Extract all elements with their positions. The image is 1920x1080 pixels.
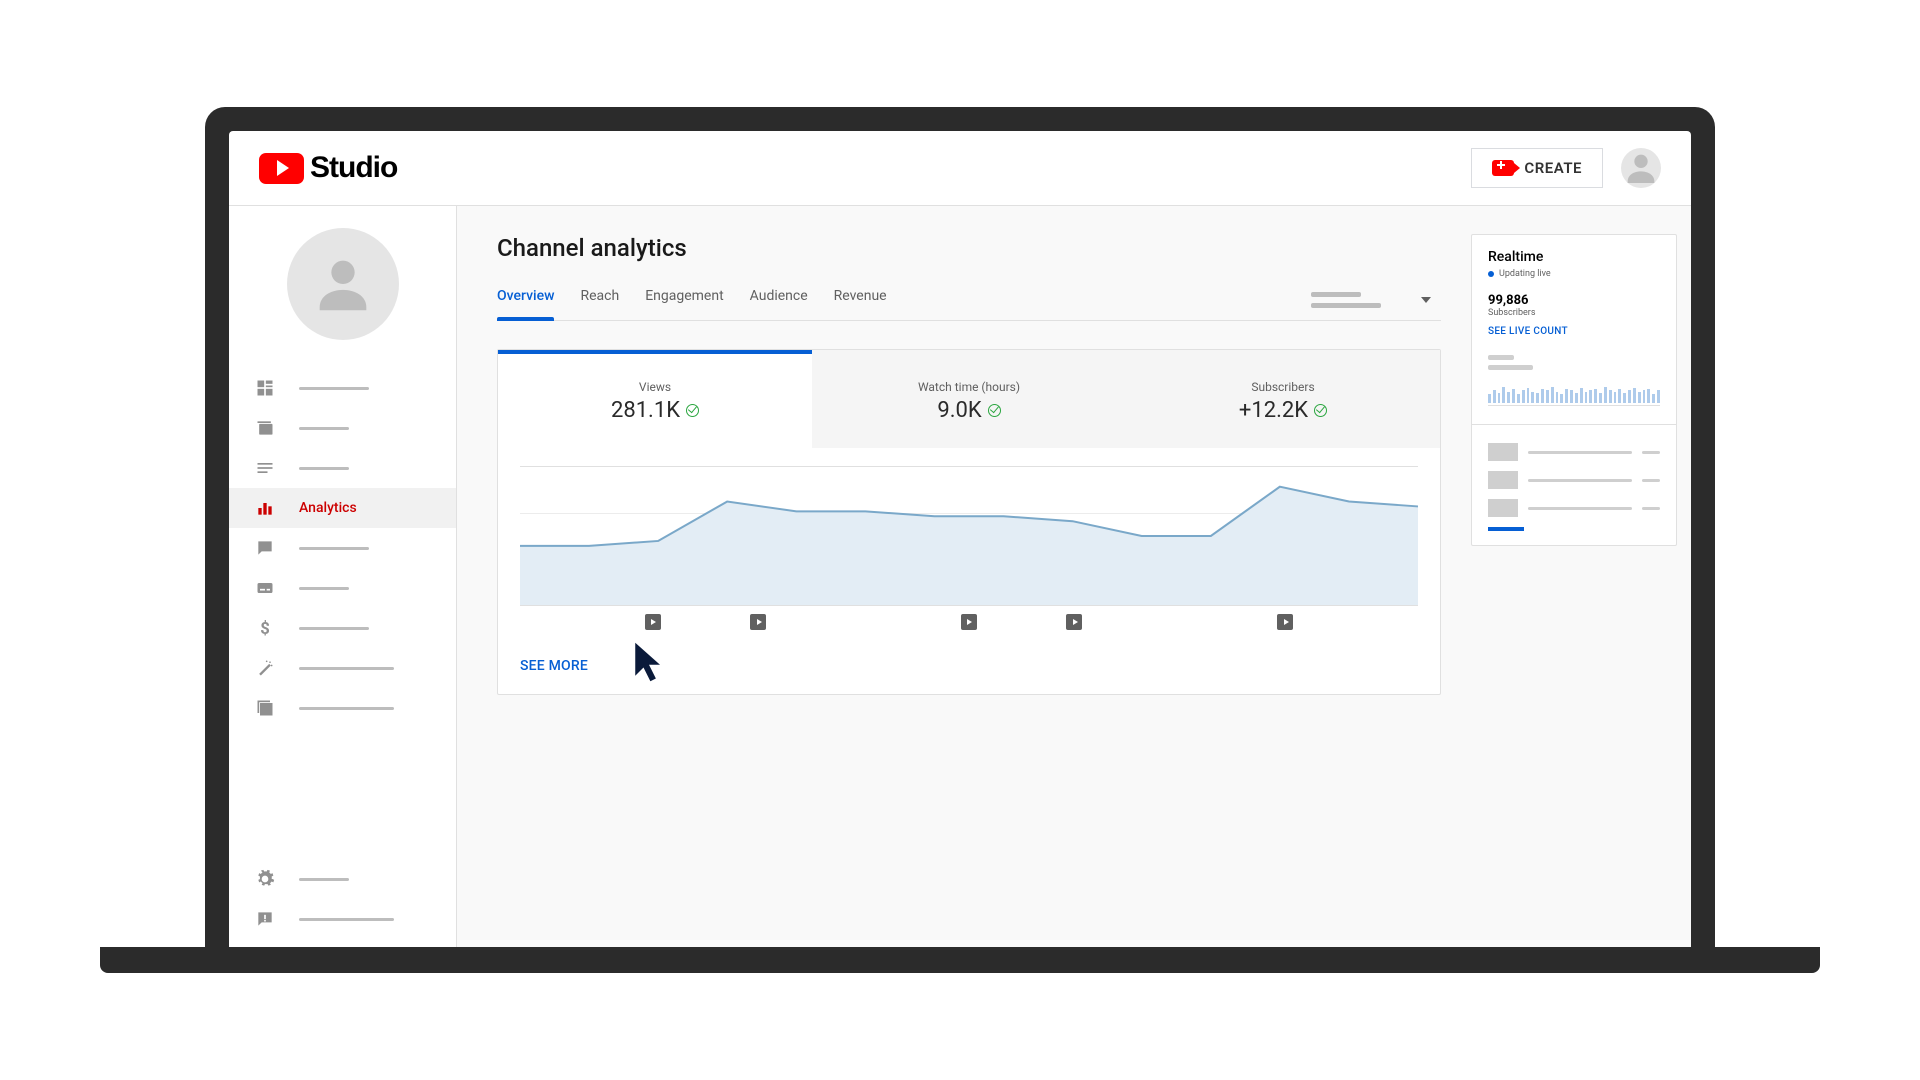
youtube-logo-icon [259, 153, 304, 184]
thumbnail-stub [1488, 499, 1518, 517]
brand-name: Studio [310, 151, 397, 185]
metric-label: Views [639, 380, 671, 394]
dollar-icon: $ [255, 618, 275, 638]
person-icon [1621, 148, 1661, 188]
brand[interactable]: Studio [259, 151, 397, 185]
thumbnail-stub [1488, 471, 1518, 489]
metric-value: 281.1K [611, 398, 680, 423]
sidebar-item-playlists[interactable] [229, 448, 456, 488]
sidebar-item-feedback[interactable] [229, 899, 456, 939]
video-marker-icon[interactable] [750, 614, 766, 630]
video-marker-icon[interactable] [1277, 614, 1293, 630]
person-icon [308, 249, 378, 319]
metric-watch-time[interactable]: Watch time (hours) 9.0K [812, 350, 1126, 448]
video-marker-icon[interactable] [961, 614, 977, 630]
sidebar-item-customization[interactable] [229, 648, 456, 688]
nav-label-stub [299, 918, 394, 921]
see-live-count-link[interactable]: SEE LIVE COUNT [1488, 326, 1660, 337]
nav-label-stub [299, 667, 394, 670]
see-more-link[interactable]: SEE MORE [498, 642, 1440, 694]
sidebar-item-analytics[interactable]: Analytics [229, 488, 456, 528]
nav-label-stub [299, 627, 369, 630]
video-marker-icon[interactable] [1066, 614, 1082, 630]
nav-label-stub [299, 427, 349, 430]
create-button[interactable]: CREATE [1471, 148, 1603, 188]
views-chart [520, 466, 1418, 606]
content-icon [255, 418, 275, 438]
sidebar-item-audio[interactable] [229, 688, 456, 728]
analytics-card: Views 281.1K Watch time (hours) 9.0K Sub… [497, 349, 1441, 695]
create-button-label: CREATE [1524, 159, 1582, 177]
video-markers [520, 614, 1418, 630]
realtime-video-row[interactable] [1488, 443, 1660, 461]
views-heading-stub [1488, 355, 1660, 370]
sidebar: Analytics $ [229, 206, 457, 947]
top-bar: Studio CREATE [229, 131, 1691, 206]
subtitles-icon [255, 578, 275, 598]
tab-audience[interactable]: Audience [750, 280, 808, 320]
wand-icon [255, 658, 275, 678]
sidebar-item-subtitles[interactable] [229, 568, 456, 608]
metric-value: +12.2K [1239, 398, 1308, 423]
realtime-title: Realtime [1488, 249, 1660, 265]
thumbnail-stub [1488, 443, 1518, 461]
account-avatar[interactable] [1621, 148, 1661, 188]
metric-label: Subscribers [1251, 380, 1314, 394]
feedback-icon [255, 909, 275, 929]
tabs-row: Overview Reach Engagement Audience Reven… [497, 280, 1441, 321]
check-circle-icon [686, 404, 699, 417]
channel-avatar[interactable] [287, 228, 399, 340]
live-dot-icon [1488, 271, 1494, 277]
svg-text:$: $ [260, 620, 270, 638]
sidebar-item-dashboard[interactable] [229, 368, 456, 408]
metric-views[interactable]: Views 281.1K [498, 350, 812, 448]
date-range-picker[interactable] [1311, 292, 1431, 308]
page-title: Channel analytics [497, 234, 1441, 262]
video-marker-icon[interactable] [645, 614, 661, 630]
panel-accent-bar [1488, 527, 1524, 531]
nav-label-stub [299, 878, 349, 881]
picker-stub [1311, 292, 1381, 308]
nav-label-stub [299, 587, 349, 590]
metric-value: 9.0K [937, 398, 981, 423]
metric-subscribers[interactable]: Subscribers +12.2K [1126, 350, 1440, 448]
chevron-down-icon [1421, 297, 1431, 303]
realtime-video-row[interactable] [1488, 471, 1660, 489]
tab-revenue[interactable]: Revenue [834, 280, 887, 320]
tab-overview[interactable]: Overview [497, 280, 554, 320]
audio-library-icon [255, 698, 275, 718]
create-video-icon [1492, 160, 1514, 176]
dashboard-icon [255, 378, 275, 398]
comments-icon [255, 538, 275, 558]
sidebar-item-content[interactable] [229, 408, 456, 448]
sidebar-item-comments[interactable] [229, 528, 456, 568]
nav-label-stub [299, 707, 394, 710]
realtime-bars [1488, 380, 1660, 406]
sidebar-item-monetization[interactable]: $ [229, 608, 456, 648]
subscriber-label: Subscribers [1488, 308, 1660, 318]
subscriber-count: 99,886 [1488, 293, 1660, 308]
nav-label-stub [299, 467, 349, 470]
check-circle-icon [1314, 404, 1327, 417]
sidebar-item-label: Analytics [299, 500, 357, 516]
nav-label-stub [299, 387, 369, 390]
tab-reach[interactable]: Reach [580, 280, 619, 320]
check-circle-icon [988, 404, 1001, 417]
analytics-icon [255, 498, 275, 518]
tab-engagement[interactable]: Engagement [645, 280, 723, 320]
gear-icon [255, 869, 275, 889]
playlist-icon [255, 458, 275, 478]
sidebar-item-settings[interactable] [229, 859, 456, 899]
realtime-panel: Realtime Updating live 99,886 Subscriber… [1471, 234, 1677, 546]
updating-live: Updating live [1488, 269, 1660, 279]
nav-label-stub [299, 547, 369, 550]
realtime-video-row[interactable] [1488, 499, 1660, 517]
metric-label: Watch time (hours) [918, 380, 1020, 394]
